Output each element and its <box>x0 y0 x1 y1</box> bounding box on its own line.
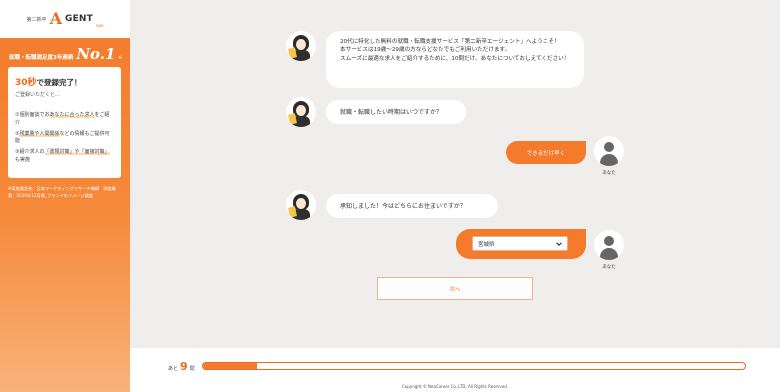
prefecture-select[interactable]: 宮城県 <box>472 236 568 251</box>
advisor-avatar <box>286 31 316 61</box>
progress-bar <box>202 362 746 370</box>
chevron-down-icon <box>556 242 562 246</box>
prefecture-selected: 宮城県 <box>478 241 495 248</box>
user-avatar <box>594 230 624 260</box>
logo[interactable]: 第二新卒 A GENT neo <box>0 0 130 38</box>
sidebar: 第二新卒 A GENT neo 就職・転職満足度3年連続 No.1 ※ 30秒で… <box>0 0 130 392</box>
bot-message: 承知しました！今はどちらにお住まいですか？ <box>326 194 498 218</box>
logo-a-mark: A <box>49 9 62 28</box>
logo-gent: GENT <box>64 14 93 24</box>
ranking-no1: No.1 <box>76 45 116 63</box>
user-avatar <box>594 136 624 166</box>
benefit-item: ③紹介求人の「書類対策」や「面接対策」も実施 <box>15 149 114 165</box>
advisor-avatar <box>286 97 316 127</box>
chat-area: 20代に特化した無料の就職・転職支援サービス「第二新卒エージェント」へようこそ！… <box>130 0 780 348</box>
benefit-post: も実施 <box>15 156 31 163</box>
benefit-item: ①個別面談でおあなたに合った求人をご紹介 <box>15 112 114 128</box>
benefit-highlight: あなたに合った求人 <box>49 112 95 118</box>
advisor-avatar <box>286 190 316 220</box>
benefit-highlight: 「書類対策」や「面接対策」 <box>44 149 110 155</box>
next-button[interactable]: 次へ <box>377 277 533 300</box>
ranking-note-mark: ※ <box>118 55 122 60</box>
user-label: あなた <box>602 171 616 176</box>
benefits-title-rest: で登録完了！ <box>36 78 82 87</box>
remaining-count: 9 <box>180 360 188 373</box>
benefits-title-em: 30秒 <box>15 78 37 88</box>
footer: あと 9 問 Copyright © NeoCareer Co.,LTD. Al… <box>130 348 780 392</box>
logo-prefix: 第二新卒 <box>26 16 47 23</box>
benefits-title: 30秒で登録完了！ <box>15 75 114 88</box>
user-answer-bubble: できるだけ早く <box>506 141 586 164</box>
bot-message: 就職・転職したい時期はいつですか？ <box>326 100 466 124</box>
remaining-questions: あと 9 問 <box>168 360 195 373</box>
benefits-list: ①個別面談でおあなたに合った求人をご紹介 ②残業量や人間関係などの情報もご提供可… <box>15 112 114 165</box>
bot-message: 20代に特化した無料の就職・転職支援サービス「第二新卒エージェント」へようこそ！… <box>326 31 584 88</box>
ranking-text: 就職・転職満足度3年連続 <box>9 55 74 61</box>
copyright: Copyright © NeoCareer Co.,LTD. All Right… <box>401 384 509 389</box>
benefit-pre: 紹介求人の <box>19 149 45 155</box>
ranking-banner: 就職・転職満足度3年連続 No.1 ※ <box>9 45 123 63</box>
user-label: あなた <box>602 265 616 270</box>
answer-select-bubble: 宮城県 <box>456 229 586 259</box>
benefit-pre: 個別面談でお <box>19 112 50 118</box>
remaining-prefix: あと <box>168 366 179 372</box>
benefit-highlight: 残業量や人間関係 <box>19 130 60 137</box>
benefits-subtitle: ご登録いただくと… <box>15 92 61 98</box>
remaining-suffix: 問 <box>189 366 195 372</box>
survey-note: ※実施委託先：日本マーケティングリサーチ機構 調査概要：2020年12月期_ブラ… <box>8 186 116 198</box>
benefits-card: 30秒で登録完了！ ご登録いただくと… ①個別面談でおあなたに合った求人をご紹介… <box>8 67 121 178</box>
progress-fill <box>203 363 258 369</box>
logo-neo: neo <box>96 23 104 28</box>
benefit-item: ②残業量や人間関係などの情報もご提供可能 <box>15 130 114 147</box>
